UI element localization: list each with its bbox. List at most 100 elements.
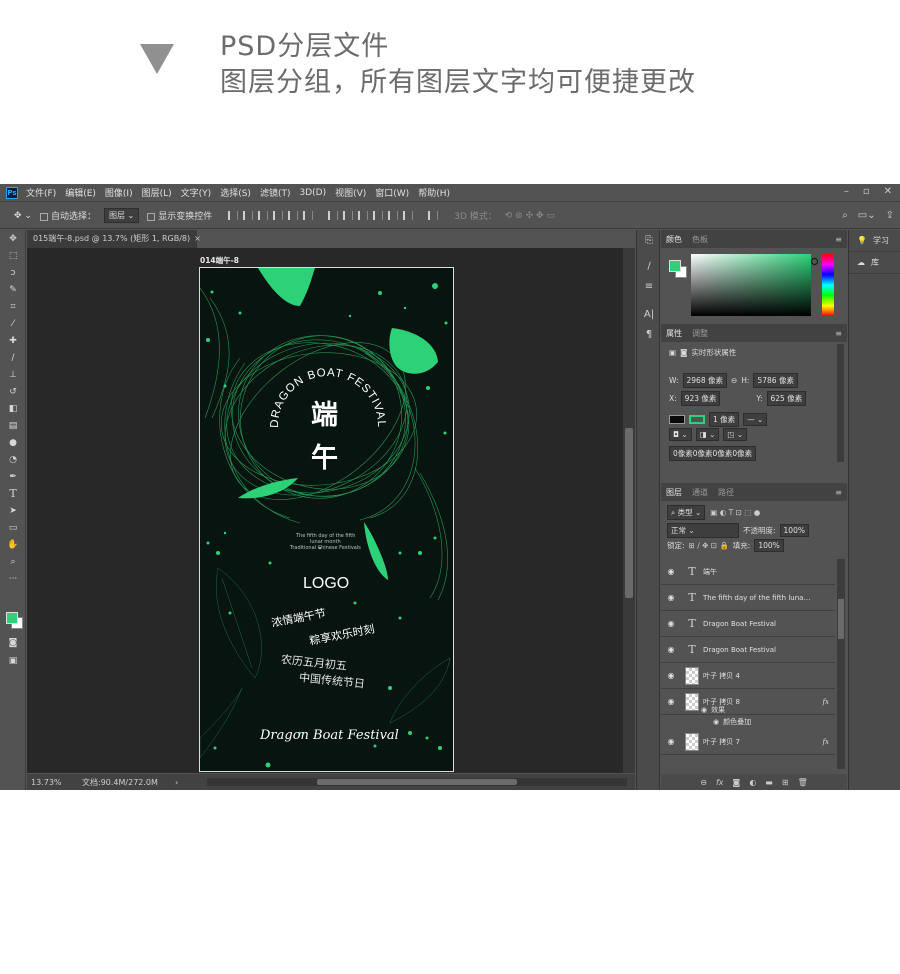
align-bottom-icon[interactable] — [258, 211, 269, 220]
stamp-tool-icon[interactable]: ⊥ — [0, 366, 26, 383]
new-group-icon[interactable]: ▬ — [765, 778, 773, 787]
workspace-icon[interactable]: ▭⌄ — [858, 210, 876, 221]
dodge-tool-icon[interactable]: ◔ — [0, 451, 26, 468]
paragraph-icon[interactable]: ¶ — [637, 324, 661, 344]
panel-menu-icon[interactable]: ≡ — [835, 329, 842, 338]
delete-layer-icon[interactable]: 🗑 — [798, 778, 808, 787]
vertical-scroll-thumb[interactable] — [625, 428, 633, 598]
show-transform-checkbox[interactable]: 显示变换控件 — [147, 209, 212, 222]
add-style-icon[interactable]: fx — [716, 778, 724, 787]
document-tab[interactable]: 015端午-8.psd @ 13.7% (矩形 1, RGB/8) × — [27, 230, 201, 248]
menu-3d[interactable]: 3D(D) — [299, 188, 326, 198]
y-field[interactable]: 625 像素 — [766, 391, 807, 406]
pen-tool-icon[interactable]: ✒ — [0, 468, 26, 485]
crop-tool-icon[interactable]: ⌗ — [0, 298, 26, 315]
blur-tool-icon[interactable]: ● — [0, 434, 26, 451]
stroke-align-dropdown[interactable]: ◘ ⌄ — [669, 428, 692, 441]
gradient-tool-icon[interactable]: ▤ — [0, 417, 26, 434]
lock-icons[interactable]: ⊞ ∕ ✥ ⊡ 🔒 — [689, 541, 729, 550]
maximize-icon[interactable]: ▫ — [863, 186, 870, 197]
auto-select-target-dropdown[interactable]: 图层 ⌄ — [103, 208, 140, 223]
3d-tools-icons[interactable]: ⟲ ⊚ ✣ ✥ ▭ — [505, 211, 555, 221]
distribute-right-icon[interactable] — [403, 211, 414, 220]
move-tool-icon[interactable]: ✥ ⌄ — [14, 211, 32, 221]
screen-mode-icon[interactable]: ▣ — [0, 652, 26, 669]
color-overlay-row[interactable]: ◉ 颜色叠加 — [661, 716, 835, 728]
artboard[interactable]: DRAGON BOAT FESTIVAL 端 午 The fifth day o… — [199, 267, 454, 772]
zoom-level[interactable]: 13.73% — [27, 778, 67, 787]
horizontal-scroll-thumb[interactable] — [317, 779, 517, 785]
move-tool-icon[interactable]: ✥ — [0, 230, 26, 247]
height-field[interactable]: 5786 像素 — [753, 373, 798, 388]
brush-settings-icon[interactable]: ∕ — [637, 256, 661, 276]
stroke-swatch[interactable] — [689, 415, 705, 424]
tab-layers[interactable]: 图层 — [666, 487, 682, 498]
tab-channels[interactable]: 通道 — [692, 487, 708, 498]
opacity-field[interactable]: 100% — [779, 524, 809, 537]
libraries-button[interactable]: ☁ 库 — [849, 252, 900, 274]
horizontal-scrollbar[interactable] — [207, 778, 627, 786]
layer-row[interactable]: ◉ 叶子 拷贝 4 — [661, 663, 835, 689]
minimize-icon[interactable]: – — [844, 186, 849, 197]
filter-icons[interactable]: ▣ ◐ T ⊡ ⬚ ● — [710, 508, 760, 517]
vertical-scrollbar[interactable] — [623, 248, 635, 773]
align-center-icon[interactable] — [288, 211, 299, 220]
brush-tool-icon[interactable]: ∕ — [0, 349, 26, 366]
path-select-tool-icon[interactable]: ➤ — [0, 502, 26, 519]
shape-tool-icon[interactable]: ▭ — [0, 519, 26, 536]
link-icon[interactable]: ⊖ — [731, 376, 737, 385]
eye-icon[interactable]: ◉ — [661, 671, 681, 680]
panel-menu-icon[interactable]: ≡ — [835, 235, 842, 244]
quick-select-tool-icon[interactable]: ✎ — [0, 281, 26, 298]
color-field[interactable] — [691, 254, 818, 316]
menu-window[interactable]: 窗口(W) — [375, 186, 409, 199]
menu-view[interactable]: 视图(V) — [335, 186, 366, 199]
tab-color[interactable]: 颜色 — [666, 234, 682, 245]
adjustment-layer-icon[interactable]: ◐ — [749, 778, 756, 787]
align-middle-icon[interactable] — [243, 211, 254, 220]
blend-mode-dropdown[interactable]: 正常 ⌄ — [667, 523, 739, 538]
brushes-icon[interactable]: ≡ — [637, 276, 661, 296]
eye-icon[interactable]: ◉ — [661, 619, 681, 628]
artboard-label[interactable]: 014端午-8 — [200, 255, 239, 266]
menu-image[interactable]: 图像(I) — [105, 186, 133, 199]
layer-row[interactable]: ◉ T 端午 — [661, 559, 835, 585]
menu-layer[interactable]: 图层(L) — [142, 186, 172, 199]
eraser-tool-icon[interactable]: ◧ — [0, 400, 26, 417]
x-field[interactable]: 923 像素 — [680, 391, 721, 406]
eye-icon[interactable]: ◉ — [661, 737, 681, 746]
eyedropper-tool-icon[interactable]: ⁄ — [0, 315, 26, 332]
menu-select[interactable]: 选择(S) — [220, 186, 251, 199]
eye-icon[interactable]: ◉ — [713, 718, 719, 726]
distribute-bottom-icon[interactable] — [358, 211, 369, 220]
distribute-center-icon[interactable] — [388, 211, 399, 220]
stroke-style-dropdown[interactable]: — ⌄ — [743, 413, 768, 426]
tab-properties[interactable]: 属性 — [666, 328, 682, 339]
add-mask-icon[interactable]: ◙ — [733, 778, 741, 787]
foreground-color-swatch[interactable] — [6, 612, 18, 624]
status-arrow-icon[interactable]: › — [175, 778, 178, 787]
layer-filter-dropdown[interactable]: ⌕ 类型 ⌄ — [667, 504, 706, 520]
hand-tool-icon[interactable]: ✋ — [0, 536, 26, 553]
menu-help[interactable]: 帮助(H) — [418, 186, 450, 199]
fill-field[interactable]: 100% — [754, 539, 784, 552]
tab-paths[interactable]: 路径 — [718, 487, 734, 498]
properties-scrollbar[interactable] — [837, 344, 844, 462]
quick-mask-icon[interactable]: ◙ — [0, 634, 26, 651]
tab-swatches[interactable]: 色板 — [692, 234, 708, 245]
layer-row[interactable]: ◉ T The fifth day of the fifth lunar... — [661, 585, 835, 611]
close-tab-icon[interactable]: × — [194, 234, 201, 243]
layers-scrollbar[interactable] — [837, 559, 845, 769]
zoom-tool-icon[interactable]: ⌕ — [0, 553, 26, 570]
auto-align-icon[interactable] — [428, 211, 439, 220]
panel-foreground-swatch[interactable] — [669, 260, 681, 272]
close-icon[interactable]: ✕ — [884, 186, 892, 197]
layer-row[interactable]: ◉ 叶子 拷贝 7 fx — [661, 729, 835, 755]
menu-type[interactable]: 文字(Y) — [181, 186, 212, 199]
eye-icon[interactable]: ◉ — [661, 593, 681, 602]
distribute-middle-icon[interactable] — [343, 211, 354, 220]
fx-badge[interactable]: fx — [822, 738, 829, 746]
history-brush-tool-icon[interactable]: ↺ — [0, 383, 26, 400]
layers-scroll-thumb[interactable] — [838, 599, 844, 639]
layer-row[interactable]: ◉ T Dragon Boat Festival — [661, 611, 835, 637]
